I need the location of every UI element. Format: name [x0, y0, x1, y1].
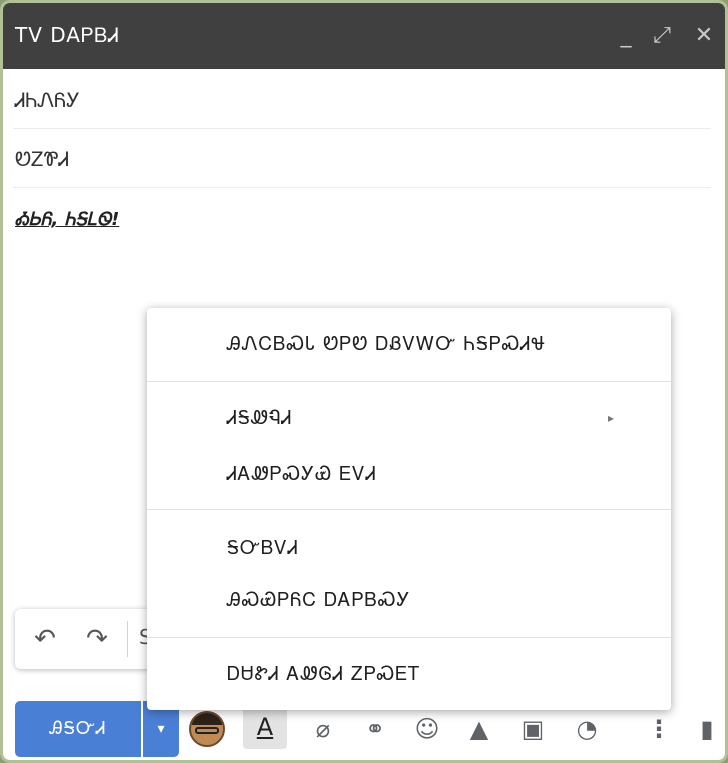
menu-item-label: ᎯᏁᏟᏴᏍᏓ ᏬᏢᏬ ᎠᏰᏙᎳᏅ ᏂᎦᏢᏍᏗᏠ	[227, 333, 546, 355]
menu-item-label: ᎠᏌᏑᏗ ᎪᏪᎶᏗ ᏃᏢᏍᎬᎢ	[227, 663, 421, 685]
emoji-icon[interactable]: ☺	[409, 711, 445, 747]
send-button[interactable]: ᎯᎦᏅᏗ	[15, 701, 141, 757]
message-body-text: ᎣᏏᏲ, ᏂᎦᏞᏫ!	[15, 209, 120, 230]
menu-item-label: ᎦᏅᏴᏙᏗ	[227, 537, 299, 559]
menu-divider	[147, 637, 671, 638]
trash-icon[interactable]: ▮	[689, 711, 725, 747]
menu-item-label: ᏗᎪᏪᏢᏍᎩᏯ ᎬᏙᏗ	[227, 463, 377, 485]
avatar-glasses	[195, 727, 219, 734]
link-icon[interactable]: ⚭	[357, 711, 393, 747]
expand-icon[interactable]: ⤢	[647, 19, 677, 53]
menu-item-2[interactable]: ᏗᎦᏪᏄᏗ ▸	[147, 390, 671, 446]
drive-icon[interactable]: ▲	[461, 711, 497, 747]
compose-window: TV DAᏢᏴᏗ _ ⤢ ✕ ᏗᏂᏁᏲᎩ ᏬᏃᏈᏗ ᎣᏏᏲ, ᏂᎦᏞᏫ! ↶ ↷…	[0, 0, 728, 763]
compose-title: TV DAᏢᏴᏗ	[15, 23, 120, 47]
compose-title-bar: TV DAᏢᏴᏗ _ ⤢ ✕	[3, 3, 725, 69]
menu-item-5[interactable]: ᎯᏍᏯᏢᏲᏟ ᎠᎪᏢᏴᏍᎩ	[147, 572, 671, 628]
more-options-icon[interactable]: ⋮	[641, 711, 677, 747]
close-icon[interactable]: ✕	[689, 19, 719, 53]
confidential-mode-icon[interactable]: ◔	[569, 711, 605, 747]
menu-item-1[interactable]: ᎯᏁᏟᏴᏍᏓ ᏬᏢᏬ ᎠᏰᏙᎳᏅ ᏂᎦᏢᏍᏗᏠ	[147, 316, 671, 372]
subject-field[interactable]: ᏬᏃᏈᏗ	[13, 130, 711, 188]
chevron-right-icon: ▸	[607, 411, 615, 425]
menu-item-label: ᏗᎦᏪᏄᏗ	[227, 407, 293, 429]
recipients-field[interactable]: ᏗᏂᏁᏲᎩ	[13, 71, 711, 129]
undo-icon[interactable]: ↶	[27, 623, 63, 655]
menu-divider	[147, 381, 671, 382]
more-options-menu: ᎯᏁᏟᏴᏍᏓ ᏬᏢᏬ ᎠᏰᏙᎳᏅ ᏂᎦᏢᏍᏗᏠ ᏗᎦᏪᏄᏗ ▸ ᏗᎪᏪᏢᏍᎩᏯ …	[147, 308, 671, 710]
avatar-hair	[191, 713, 223, 725]
menu-divider	[147, 509, 671, 510]
avatar[interactable]	[189, 711, 225, 747]
menu-item-4[interactable]: ᎦᏅᏴᏙᏗ	[147, 520, 671, 576]
menu-item-6[interactable]: ᎠᏌᏑᏗ ᎪᏪᎶᏗ ᏃᏢᏍᎬᎢ	[147, 646, 671, 702]
menu-item-label: ᎯᏍᏯᏢᏲᏟ ᎠᎪᏢᏴᏍᎩ	[227, 589, 411, 611]
minimize-icon[interactable]: _	[611, 19, 641, 53]
menu-item-3[interactable]: ᏗᎪᏪᏢᏍᎩᏯ ᎬᏙᏗ	[147, 446, 671, 502]
photo-icon[interactable]: ▣	[515, 711, 551, 747]
format-text-icon[interactable]: A	[243, 707, 287, 749]
toolbar-divider	[127, 621, 128, 657]
attach-icon[interactable]: ⌀	[305, 711, 341, 747]
redo-icon[interactable]: ↷	[79, 623, 115, 655]
